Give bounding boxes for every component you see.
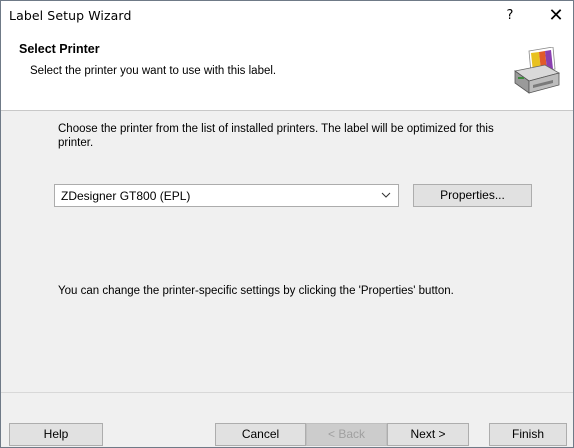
page-title: Select Printer	[19, 42, 100, 56]
back-button[interactable]: < Back	[306, 423, 387, 446]
wizard-header: Select Printer Select the printer you wa…	[1, 31, 573, 111]
page-subtitle: Select the printer you want to use with …	[30, 65, 277, 77]
finish-button[interactable]: Finish	[489, 423, 567, 446]
help-button[interactable]: Help	[9, 423, 103, 446]
wizard-dialog: Label Setup Wizard ? ✕ Select Printer Se…	[0, 0, 574, 448]
properties-button[interactable]: Properties...	[413, 184, 532, 207]
printer-select[interactable]: ZDesigner GT800 (EPL)	[54, 184, 399, 207]
next-button[interactable]: Next >	[387, 423, 469, 446]
wizard-body: Choose the printer from the list of inst…	[1, 112, 573, 382]
printer-icon	[514, 47, 561, 94]
info-text: You can change the printer-specific sett…	[58, 285, 454, 297]
close-icon[interactable]: ✕	[545, 5, 567, 27]
instructions-text: Choose the printer from the list of inst…	[58, 123, 494, 149]
printer-select-value: ZDesigner GT800 (EPL)	[61, 189, 191, 203]
chevron-down-icon[interactable]	[380, 188, 392, 202]
window-title: Label Setup Wizard	[9, 8, 132, 23]
wizard-footer: Help Cancel < Back Next > Finish	[1, 392, 573, 447]
title-bar: Label Setup Wizard ? ✕	[1, 1, 573, 31]
cancel-button[interactable]: Cancel	[215, 423, 306, 446]
help-question-icon[interactable]: ?	[499, 5, 521, 27]
